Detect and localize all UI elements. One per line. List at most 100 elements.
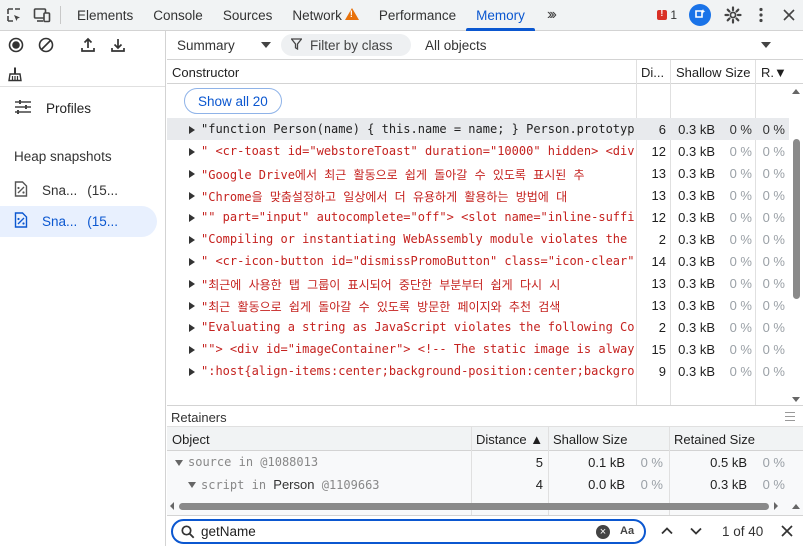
retainer-distance: 5 — [535, 455, 543, 470]
snapshot-item-1[interactable]: Sna... (15... — [0, 175, 157, 206]
constructor-grid: Constructor Di... Shallow Size R.▼ Show … — [167, 60, 803, 405]
sliders-icon — [14, 99, 32, 118]
error-count-badge[interactable]: 1 — [657, 8, 677, 22]
device-toolbar-icon[interactable] — [28, 0, 56, 30]
constructor-row[interactable]: "function Person(name) { this.name = nam… — [167, 118, 803, 140]
vertical-scrollbar[interactable] — [789, 84, 803, 405]
retainer-distance: 4 — [535, 477, 543, 492]
col-shallow-size[interactable]: Shallow Size — [553, 432, 627, 447]
expand-triangle-icon[interactable] — [189, 368, 195, 376]
inspect-element-icon[interactable] — [0, 0, 28, 30]
snapshot-file-icon — [14, 181, 28, 200]
retainer-row[interactable]: source in @1088013 5 0.1 kB 0 % 0.5 kB 0… — [167, 451, 803, 473]
expand-triangle-icon[interactable] — [189, 148, 195, 156]
scope-select[interactable]: All objects — [425, 38, 487, 53]
scroll-down-arrow-icon[interactable] — [792, 397, 800, 402]
ai-assistance-icon[interactable] — [689, 4, 711, 26]
clear-search-icon[interactable]: × — [596, 525, 610, 539]
row-shallow-size: 0.3 kB — [678, 364, 715, 379]
filter-funnel-icon — [290, 37, 303, 53]
show-all-button[interactable]: Show all 20 — [184, 88, 282, 114]
panel-resize-grip-icon[interactable] — [785, 412, 795, 421]
tab-elements[interactable]: Elements — [67, 0, 143, 30]
expand-triangle-icon[interactable] — [189, 258, 195, 266]
load-profile-icon[interactable] — [77, 34, 99, 56]
expand-triangle-icon[interactable] — [189, 302, 195, 310]
row-shallow-size: 0.3 kB — [678, 166, 715, 181]
expand-triangle-icon[interactable] — [189, 324, 195, 332]
col-retained-size[interactable]: R.▼ — [761, 65, 787, 80]
col-retained-size[interactable]: Retained Size — [674, 432, 755, 447]
more-tabs-button[interactable]: ››› — [535, 0, 564, 30]
expand-triangle-icon[interactable] — [188, 482, 196, 488]
save-profile-icon[interactable] — [107, 34, 129, 56]
row-shallow-pct: 0 % — [729, 188, 752, 203]
clear-all-icon[interactable] — [35, 34, 57, 56]
row-retained-pct: 0 % — [762, 188, 785, 203]
tab-memory[interactable]: Memory — [466, 0, 535, 31]
close-search-icon[interactable] — [781, 519, 793, 542]
more-options-kebab-icon[interactable] — [747, 0, 775, 30]
tab-performance[interactable]: Performance — [369, 0, 466, 30]
col-shallow-size[interactable]: Shallow Size — [676, 65, 750, 80]
constructor-row[interactable]: ""> <div id="imageContainer"> <!-- The s… — [167, 338, 803, 360]
constructor-row[interactable]: "최근에 사용한 탭 그룹이 표시되어 중단한 부분부터 쉽게 다시 시 13 0.… — [167, 272, 803, 294]
class-filter-input[interactable]: Filter by class — [281, 34, 411, 56]
row-shallow-pct: 0 % — [729, 342, 752, 357]
constructor-row[interactable]: " <cr-toast id="webstoreToast" duration=… — [167, 140, 803, 162]
constructor-row[interactable]: "최근 활동으로 쉽게 돌아갈 수 있도록 방문한 페이지와 추천 검색 13 0.… — [167, 294, 803, 316]
constructor-row[interactable]: "Evaluating a string as JavaScript viola… — [167, 316, 803, 338]
view-dropdown-icon[interactable] — [261, 42, 271, 48]
row-shallow-pct: 0 % — [729, 298, 752, 313]
record-icon[interactable] — [5, 34, 27, 56]
expand-triangle-icon[interactable] — [189, 192, 195, 200]
retainer-retained-size: 0.3 kB — [710, 477, 747, 492]
tab-sources[interactable]: Sources — [213, 0, 283, 30]
scope-dropdown-icon[interactable] — [761, 42, 771, 48]
row-shallow-pct: 0 % — [729, 122, 752, 137]
previous-match-chevron-up-icon[interactable] — [661, 524, 673, 535]
collect-garbage-broom-icon[interactable] — [4, 63, 26, 85]
retainer-row[interactable]: script in Person @1109663 4 0.0 kB 0 % 0… — [167, 473, 803, 495]
next-match-chevron-down-icon[interactable] — [690, 524, 702, 535]
row-distance: 9 — [658, 364, 666, 379]
retainer-shallow-pct: 0 % — [640, 477, 663, 492]
col-object[interactable]: Object — [172, 432, 210, 447]
constructor-row[interactable]: "Chrome을 맞춤설정하고 일상에서 더 유용하게 활용하는 방법에 대 13… — [167, 184, 803, 206]
expand-triangle-icon[interactable] — [175, 460, 183, 466]
warning-icon — [344, 8, 359, 20]
col-distance[interactable]: Distance ▲ — [476, 432, 543, 447]
tab-network[interactable]: Network — [282, 0, 369, 30]
col-distance[interactable]: Di... — [641, 65, 664, 80]
expand-triangle-icon[interactable] — [189, 346, 195, 354]
constructor-name: ":host{align-items:center;background-pos… — [201, 364, 635, 378]
constructor-row[interactable]: "" part="input" autocomplete="off"> <slo… — [167, 206, 803, 228]
expand-triangle-icon[interactable] — [189, 214, 195, 222]
constructor-row[interactable]: " <cr-icon-button id="dismissPromoButton… — [167, 250, 803, 272]
scroll-up-arrow-icon[interactable] — [792, 89, 800, 94]
constructor-name: "최근 활동으로 쉽게 돌아갈 수 있도록 방문한 페이지와 추천 검색 — [201, 300, 561, 314]
settings-gear-icon[interactable] — [719, 0, 747, 30]
expand-triangle-icon[interactable] — [189, 126, 195, 134]
col-constructor[interactable]: Constructor — [172, 65, 239, 80]
constructor-row[interactable]: ":host{align-items:center;background-pos… — [167, 360, 803, 382]
grid-header: Constructor Di... Shallow Size R.▼ — [167, 60, 803, 84]
search-input[interactable]: getName × Aa — [171, 519, 646, 544]
match-case-toggle[interactable]: Aa — [620, 525, 634, 537]
row-distance: 13 — [651, 188, 666, 203]
close-devtools-icon[interactable] — [775, 0, 803, 30]
expand-triangle-icon[interactable] — [189, 236, 195, 244]
row-distance: 2 — [658, 232, 666, 247]
constructor-row[interactable]: "Compiling or instantiating WebAssembly … — [167, 228, 803, 250]
view-select[interactable]: Summary — [177, 38, 235, 53]
tab-console[interactable]: Console — [143, 0, 213, 30]
constructor-name: "Evaluating a string as JavaScript viola… — [201, 320, 635, 334]
expand-triangle-icon[interactable] — [189, 280, 195, 288]
profiles-nav-item[interactable]: Profiles — [0, 87, 165, 129]
retainers-horizontal-scrollbar[interactable] — [167, 499, 803, 513]
constructor-row[interactable]: "Google Drive에서 최근 활동으로 쉽게 돌아갈 수 있도록 표시된… — [167, 162, 803, 184]
scroll-thumb[interactable] — [793, 139, 800, 299]
expand-triangle-icon[interactable] — [189, 170, 195, 178]
snapshot-name: Sna... — [42, 214, 78, 229]
snapshot-item-2[interactable]: Sna... (15... — [0, 206, 157, 237]
